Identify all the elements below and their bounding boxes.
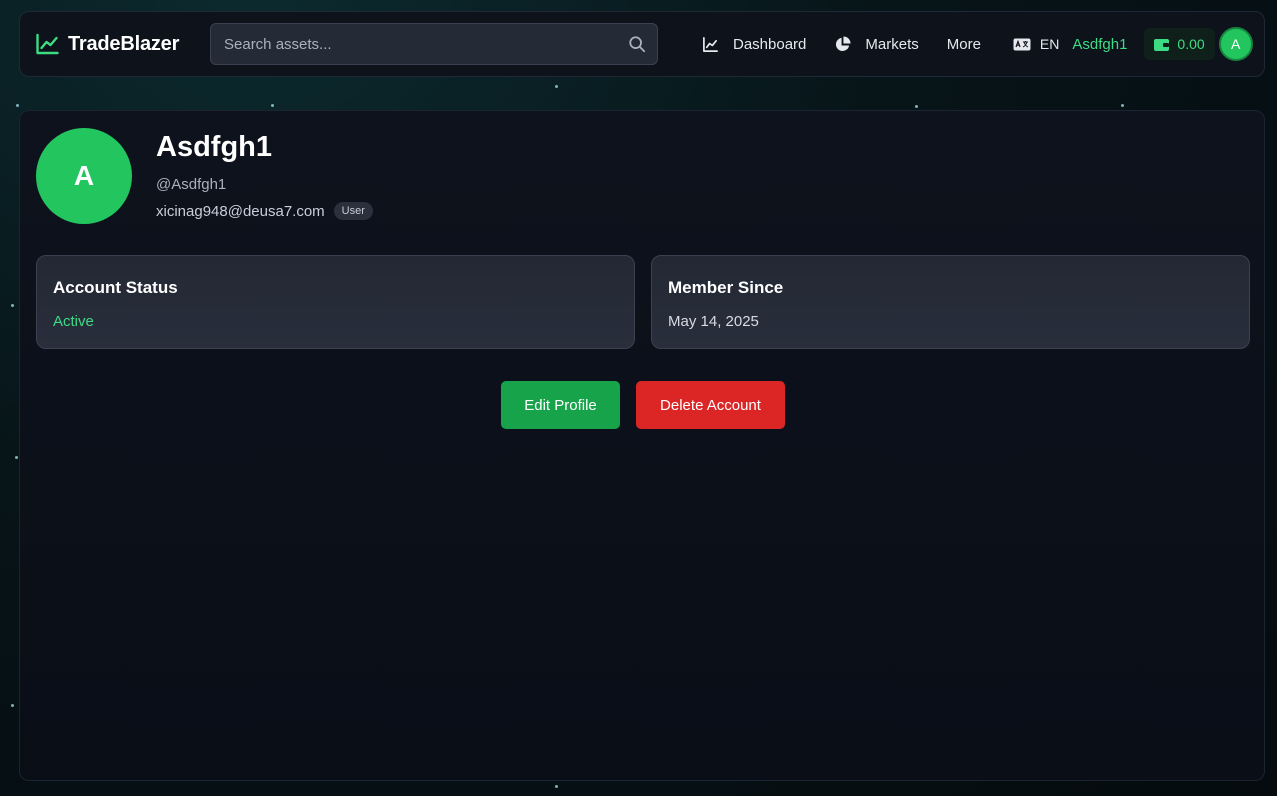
user-name-link[interactable]: Asdfgh1: [1072, 36, 1127, 53]
profile-handle: @Asdfgh1: [156, 176, 227, 193]
profile-avatar: A: [36, 128, 132, 224]
pie-chart-icon: [836, 35, 851, 51]
search-input[interactable]: [211, 24, 657, 64]
account-status-card: Account Status Active: [36, 255, 635, 349]
language-code: EN: [1039, 36, 1060, 52]
background-star: [555, 785, 558, 788]
profile-name: Asdfgh1: [156, 131, 272, 163]
member-since-value: May 14, 2025: [668, 313, 759, 330]
brand-name: TradeBlazer: [68, 32, 180, 55]
edit-profile-button[interactable]: Edit Profile: [501, 381, 620, 429]
background-star: [11, 704, 14, 707]
nav-more[interactable]: More: [947, 36, 981, 53]
delete-account-button[interactable]: Delete Account: [636, 381, 785, 429]
profile-email-row: xicinag948@deusa7.com User: [156, 202, 373, 220]
search-box: [210, 23, 658, 65]
nav-dashboard[interactable]: Dashboard: [702, 36, 806, 53]
account-status-title: Account Status: [53, 278, 178, 297]
background-star: [915, 105, 918, 108]
nav-dashboard-label: Dashboard: [733, 35, 807, 53]
nav-more-label: More: [946, 35, 981, 53]
member-since-title: Member Since: [668, 278, 784, 297]
background-star: [15, 456, 18, 459]
translate-icon: [1013, 38, 1031, 50]
wallet-balance: 0.00: [1177, 36, 1205, 52]
brand-logo[interactable]: TradeBlazer: [35, 33, 210, 56]
background-star: [1121, 104, 1124, 107]
user-avatar[interactable]: A: [1218, 27, 1253, 61]
language-selector[interactable]: EN: [1013, 36, 1059, 52]
role-badge: User: [333, 202, 373, 220]
background-star: [271, 104, 274, 107]
background-star: [16, 104, 19, 107]
profile-panel: A Asdfgh1 @Asdfgh1 xicinag948@deusa7.com…: [19, 110, 1265, 781]
member-since-card: Member Since May 14, 2025: [651, 255, 1250, 349]
wallet-balance-button[interactable]: 0.00: [1144, 28, 1215, 60]
top-navbar: TradeBlazer Dashboard Markets More: [19, 11, 1265, 77]
account-status-value: Active: [53, 313, 94, 330]
search-icon[interactable]: [628, 35, 646, 53]
background-star: [11, 304, 14, 307]
line-chart-icon: [703, 36, 718, 52]
main-nav: Dashboard Markets More: [702, 36, 981, 53]
profile-email: xicinag948@deusa7.com: [156, 202, 325, 220]
nav-markets-label: Markets: [865, 35, 919, 53]
background-star: [555, 85, 558, 88]
wallet-icon: [1154, 38, 1170, 51]
nav-markets[interactable]: Markets: [834, 35, 919, 53]
trending-chart-icon: [36, 33, 59, 55]
